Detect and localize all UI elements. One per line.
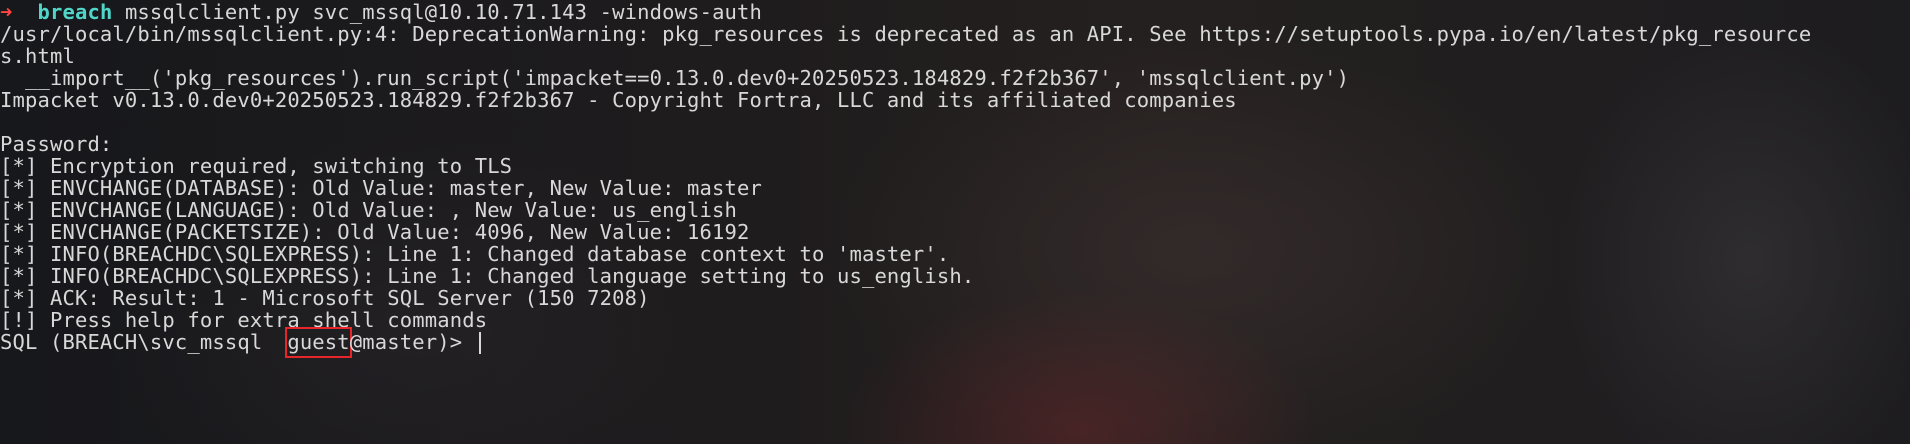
deprecation-warning-line: /usr/local/bin/mssqlclient.py:4: Depreca… [0,22,1812,46]
sql-prompt-prefix: SQL (BREACH\svc_mssql [0,330,288,354]
sql-prompt-suffix: @master)> [349,330,475,354]
impacket-banner: Impacket v0.13.0.dev0+20250523.184829.f2… [0,88,1237,112]
sql-prompt-line[interactable]: SQL (BREACH\svc_mssql guest@master)> [0,327,481,358]
guest-user-highlight: guest [285,327,352,358]
terminal-output[interactable]: ➜ breach mssqlclient.py svc_mssql@10.10.… [0,0,1910,444]
text-cursor [478,332,481,354]
